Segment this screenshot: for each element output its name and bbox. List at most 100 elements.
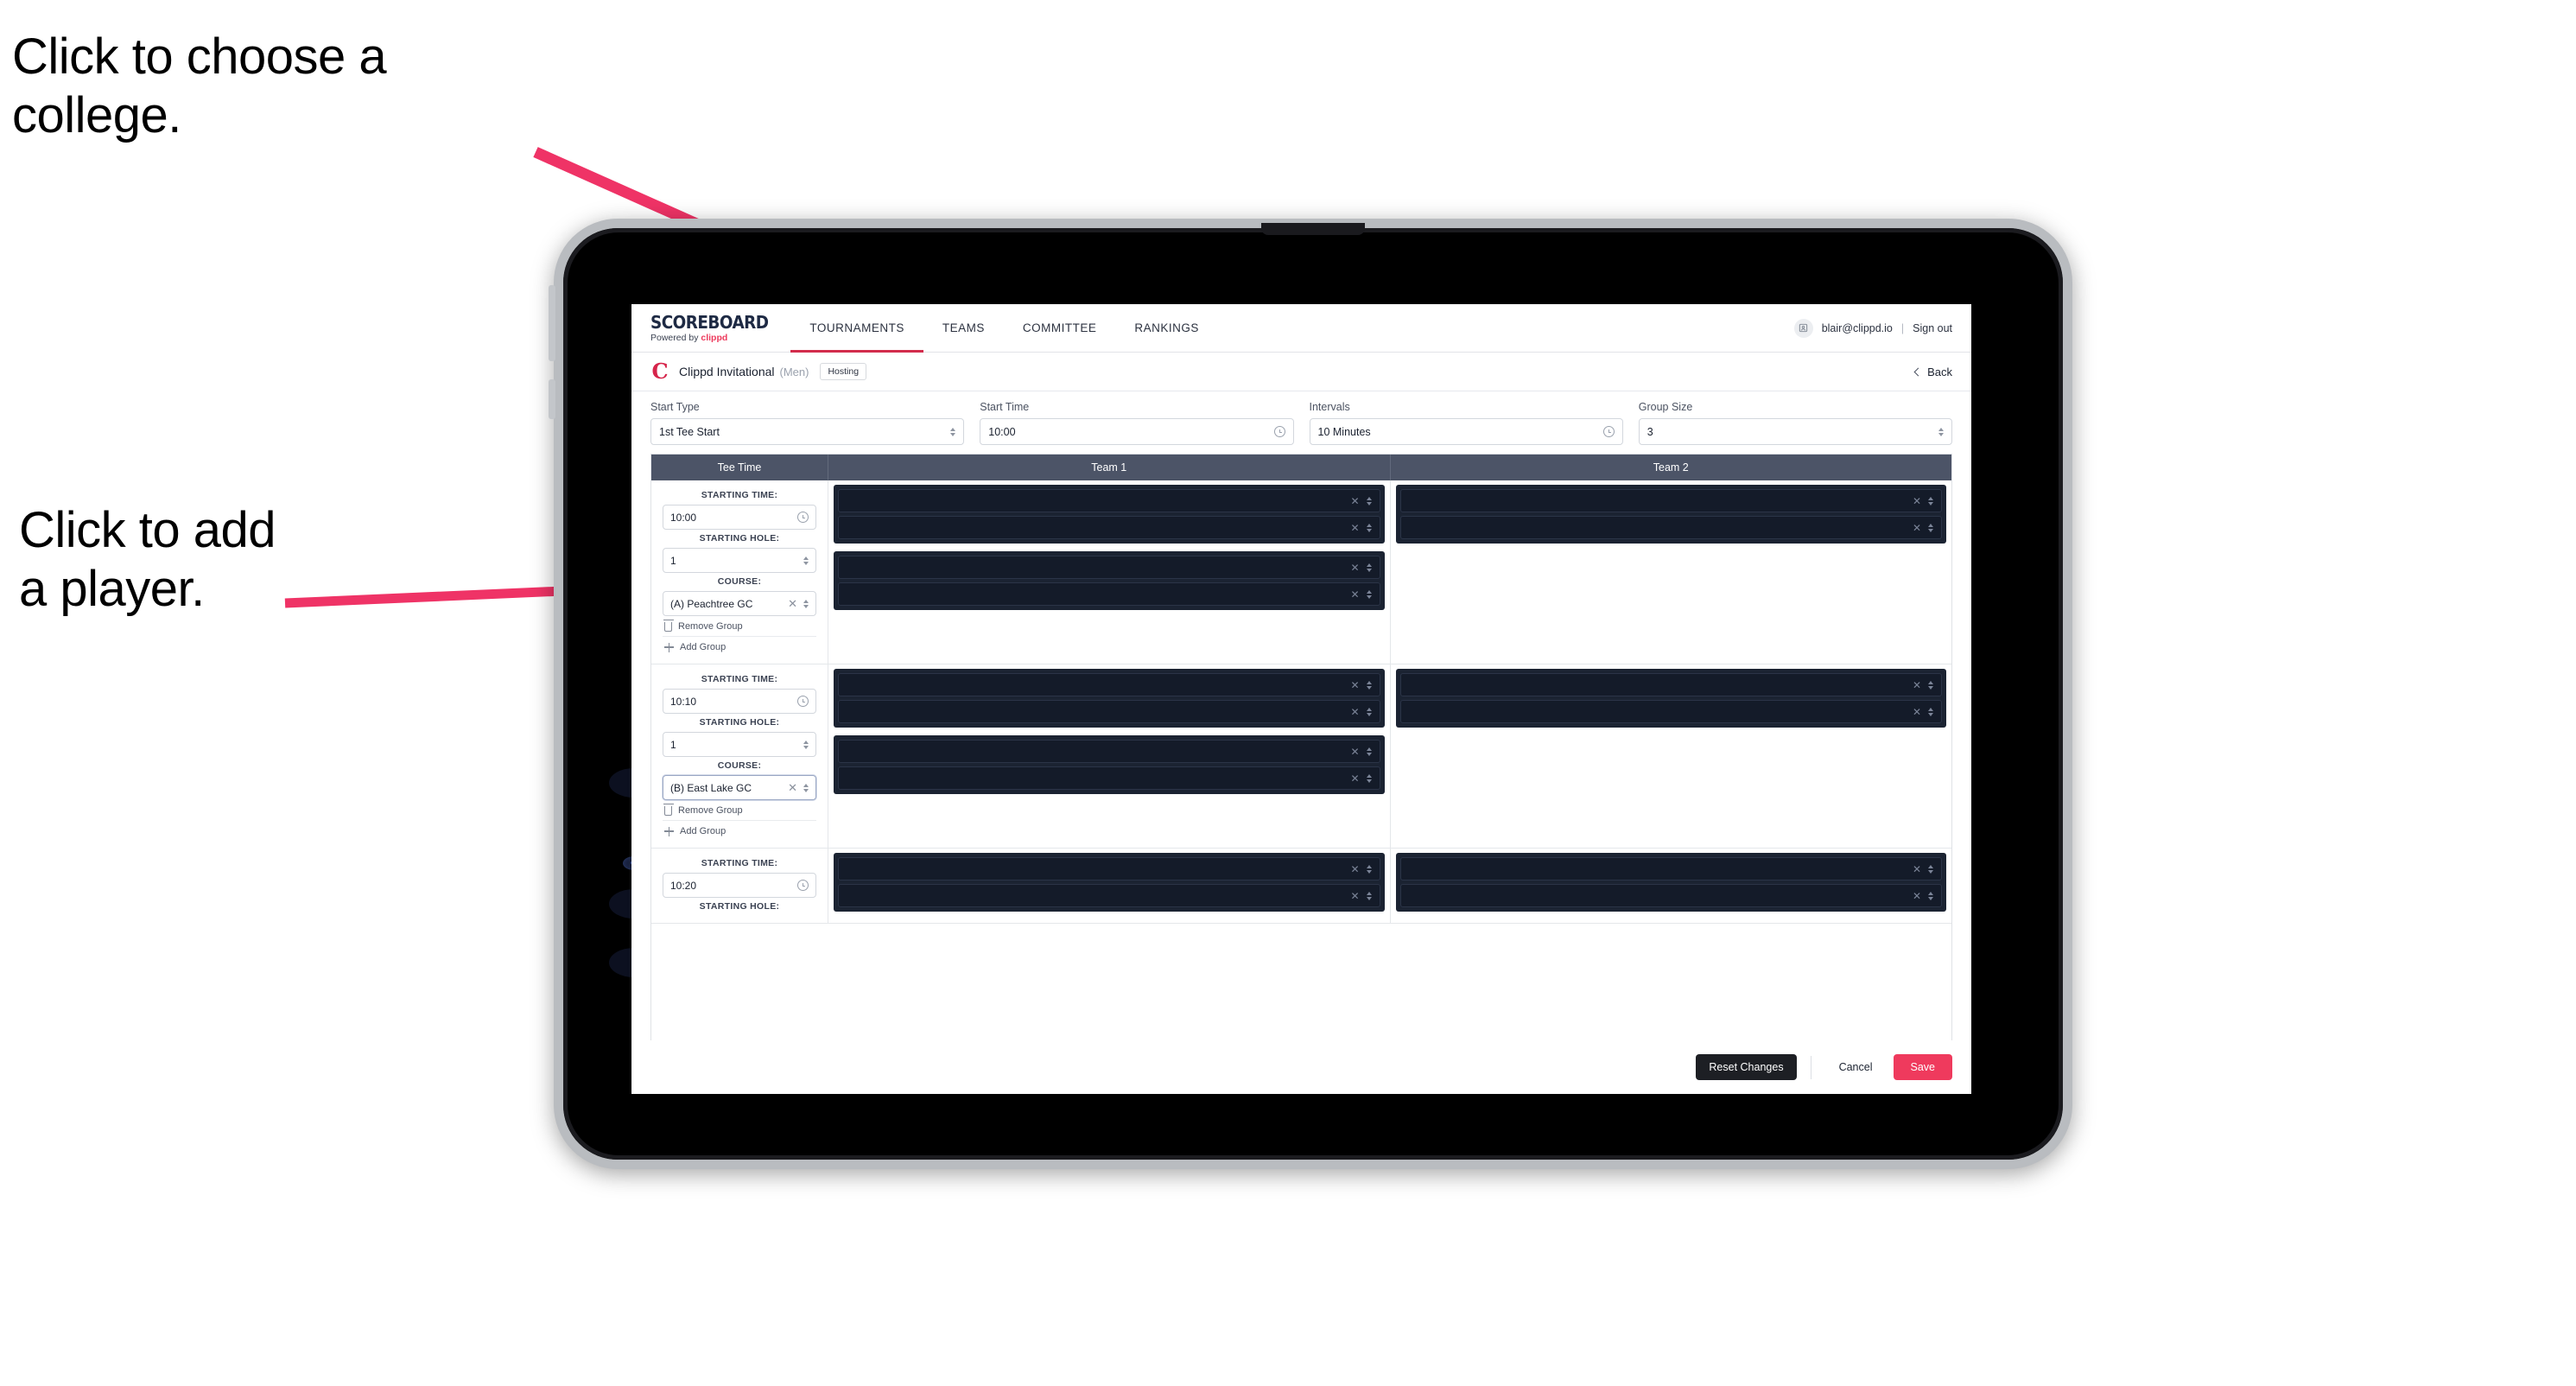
starting-time-value: 10:00 [670,511,697,524]
trash-icon [663,619,674,632]
intervals-value: 10 Minutes [1317,425,1371,438]
player-slot[interactable]: ✕ [838,700,1380,723]
nav-tab-tournaments[interactable]: TOURNAMENTS [790,304,923,353]
chevron-updown-icon [803,599,809,608]
player-slot[interactable]: ✕ [1399,700,1942,723]
player-slot[interactable]: ✕ [838,516,1380,539]
clear-player-icon[interactable]: ✕ [1350,707,1359,717]
scoreboard-logo[interactable]: SCOREBOARD Powered by clippd [631,304,790,352]
add-group-label: Add Group [680,642,726,652]
starting-time-label: STARTING TIME: [701,490,778,500]
column-header-team-1: Team 1 [828,455,1391,480]
reset-changes-button[interactable]: Reset Changes [1696,1053,1797,1081]
clear-player-icon[interactable]: ✕ [1350,589,1359,600]
cancel-button[interactable]: Cancel [1825,1054,1887,1081]
course-select[interactable]: (A) Peachtree GC ✕ [663,591,816,616]
sign-out-link[interactable]: Sign out [1913,322,1952,334]
player-slot[interactable]: ✕ [1399,857,1942,881]
clear-player-icon[interactable]: ✕ [1913,864,1921,874]
starting-hole-input[interactable]: 1 [663,548,816,573]
clock-icon[interactable] [797,696,809,707]
intervals-input[interactable]: 10 Minutes [1309,418,1623,445]
table-header-row: Tee Time Team 1 Team 2 [651,455,1951,480]
nav-tabs: TOURNAMENTS TEAMS COMMITTEE RANKINGS [790,304,1218,353]
tee-time-cell: STARTING TIME: 10:00 STARTING HOLE: 1 COURSE… [651,480,828,664]
column-header-tee-time: Tee Time [651,455,828,480]
field-label: Start Time [980,401,1030,413]
clock-icon[interactable] [1602,426,1615,437]
add-group-label: Add Group [680,826,726,836]
chevron-updown-icon [1928,864,1933,874]
player-slot[interactable]: ✕ [838,582,1380,606]
add-group-button[interactable]: Add Group [663,821,816,841]
clear-player-icon[interactable]: ✕ [1350,523,1359,533]
starting-time-value: 10:10 [670,695,697,708]
start-time-input[interactable]: 10:00 [980,418,1294,445]
course-select[interactable]: (B) East Lake GC ✕ [663,775,816,800]
chevron-updown-icon [1366,496,1372,505]
starting-hole-input[interactable]: 1 [663,732,816,757]
nav-tab-committee[interactable]: COMMITTEE [1004,304,1116,352]
user-badge-icon[interactable] [1793,318,1813,338]
clear-player-icon[interactable]: ✕ [1913,680,1921,690]
starting-time-input[interactable]: 10:00 [663,505,816,530]
course-label: COURSE: [717,576,762,587]
nav-tab-teams[interactable]: TEAMS [923,304,1004,352]
starting-time-input[interactable]: 10:20 [663,873,816,898]
clear-course-icon[interactable]: ✕ [788,782,797,793]
remove-group-button[interactable]: Remove Group [663,616,816,637]
player-slot[interactable]: ✕ [1399,884,1942,907]
start-type-select[interactable]: 1st Tee Start [650,418,965,445]
player-slot[interactable]: ✕ [838,673,1380,696]
player-slot[interactable]: ✕ [838,884,1380,907]
player-slot[interactable]: ✕ [1399,489,1942,512]
player-slot[interactable]: ✕ [1399,516,1942,539]
player-slot[interactable]: ✕ [1399,673,1942,696]
clear-player-icon[interactable]: ✕ [1350,680,1359,690]
clear-player-icon[interactable]: ✕ [1913,496,1921,506]
group-size-value: 3 [1646,425,1653,438]
player-slot-group: ✕ ✕ [834,551,1385,610]
clear-player-icon[interactable]: ✕ [1350,891,1359,901]
brand-title: SCOREBOARD [650,311,769,333]
chevron-updown-icon [803,740,809,749]
player-slot[interactable]: ✕ [838,489,1380,512]
save-button[interactable]: Save [1893,1053,1952,1081]
chevron-updown-icon [1928,496,1933,505]
annotation-choose-college: Click to choose a college. [12,29,387,144]
volume-up-button[interactable] [549,285,555,361]
clear-course-icon[interactable]: ✕ [788,598,797,609]
nav-tab-rankings[interactable]: RANKINGS [1115,304,1218,352]
chevron-updown-icon [1366,589,1372,599]
volume-down-button[interactable] [549,379,555,419]
clear-player-icon[interactable]: ✕ [1913,891,1921,901]
clear-player-icon[interactable]: ✕ [1350,773,1359,784]
chevron-updown-icon [1928,707,1933,716]
starting-time-label: STARTING TIME: [701,674,778,684]
back-button[interactable]: Back [1913,366,1952,378]
clear-player-icon[interactable]: ✕ [1350,496,1359,506]
player-slot-group: ✕ ✕ [1395,485,1946,544]
clear-player-icon[interactable]: ✕ [1913,523,1921,533]
account-separator: | [1900,321,1905,334]
clock-icon[interactable] [797,512,809,523]
player-slot[interactable]: ✕ [838,556,1380,579]
group-size-select[interactable]: 3 [1638,418,1952,445]
clear-player-icon[interactable]: ✕ [1350,747,1359,757]
clock-icon[interactable] [1273,426,1285,437]
add-group-button[interactable]: Add Group [663,637,816,657]
remove-group-button[interactable]: Remove Group [663,800,816,821]
clear-player-icon[interactable]: ✕ [1913,707,1921,717]
player-slot[interactable]: ✕ [838,740,1380,763]
player-slot[interactable]: ✕ [838,766,1380,790]
chevron-left-icon [1913,367,1923,376]
nav-tab-label: TEAMS [942,321,985,334]
table-row: STARTING TIME: 10:20 STARTING HOLE: ✕ ✕ ✕ ✕ [651,849,1951,924]
settings-row: Start Type 1st Tee Start Start Time 10:0… [631,391,1971,454]
clear-player-icon[interactable]: ✕ [1350,563,1359,573]
clock-icon[interactable] [797,880,809,891]
field-label: Start Type [650,401,700,413]
starting-time-input[interactable]: 10:10 [663,689,816,714]
clear-player-icon[interactable]: ✕ [1350,864,1359,874]
player-slot[interactable]: ✕ [838,857,1380,881]
